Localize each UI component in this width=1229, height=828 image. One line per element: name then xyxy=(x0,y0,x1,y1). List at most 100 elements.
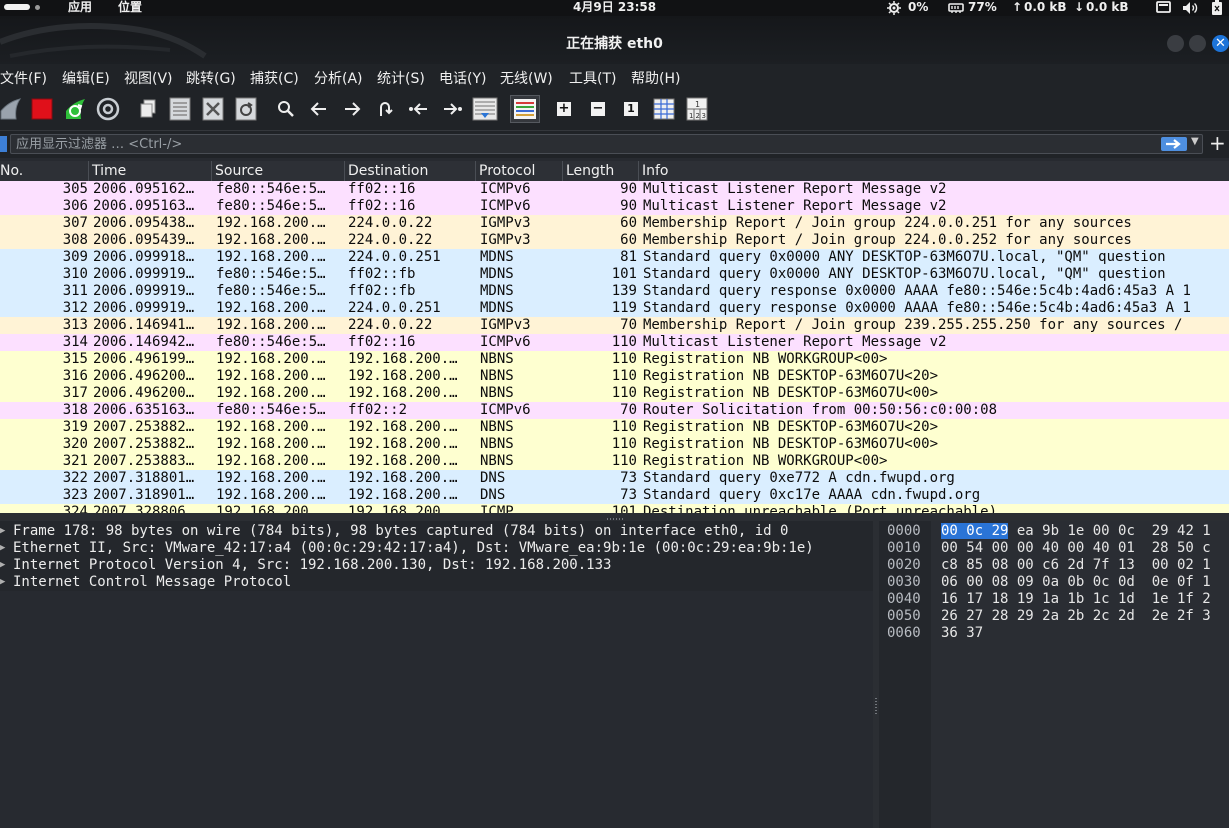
resize-columns-icon[interactable] xyxy=(652,97,676,121)
pane-splitter[interactable] xyxy=(0,513,1229,521)
filter-history-dropdown-icon[interactable]: ▼ xyxy=(1191,136,1199,147)
colorize-icon[interactable] xyxy=(510,95,540,123)
display-icon[interactable] xyxy=(1156,1,1171,14)
column-protocol[interactable]: Protocol xyxy=(479,162,535,181)
shark-fin-icon[interactable] xyxy=(0,97,22,121)
expand-arrow-icon[interactable]: ▶ xyxy=(0,557,5,574)
volume-icon[interactable] xyxy=(1182,1,1198,15)
hex-line[interactable]: 00 54 00 00 40 00 40 01 28 50 c xyxy=(941,540,1211,557)
menu-go[interactable]: 跳转(G) xyxy=(186,68,236,88)
hex-bytes-column[interactable]: 00 0c 29 ea 9b 1e 00 0c 29 42 1 00 54 00… xyxy=(931,521,1229,828)
hex-line[interactable]: 36 37 xyxy=(941,625,983,642)
column-separator[interactable] xyxy=(211,161,212,181)
packet-row[interactable]: 315 2006.496199… 192.168.200.… 192.168.200.… xyxy=(0,351,1229,368)
packet-bytes-pane[interactable]: 0000 0010 0020 0030 0040 0050 0060 00 0c… xyxy=(879,521,1229,828)
expand-arrow-icon[interactable]: ▶ xyxy=(0,523,5,540)
open-file-icon[interactable] xyxy=(138,97,158,121)
packet-row[interactable]: 318 2006.635163… fe80::546e:5… ff02::2 ICMPv… xyxy=(0,402,1229,419)
first-packet-icon[interactable] xyxy=(408,97,430,121)
expand-arrow-icon[interactable]: ▶ xyxy=(0,574,5,591)
column-separator[interactable] xyxy=(562,161,563,181)
last-packet-icon[interactable] xyxy=(441,97,463,121)
close-button[interactable]: ✕ xyxy=(1212,35,1229,52)
expand-arrow-icon[interactable]: ▶ xyxy=(0,540,5,557)
find-packet-icon[interactable] xyxy=(276,97,296,121)
tree-item-ethernet[interactable]: ▶ Ethernet II, Src: VMware_42:17:a4 (00:… xyxy=(0,540,873,557)
menu-help[interactable]: 帮助(H) xyxy=(631,68,680,88)
battery-icon[interactable] xyxy=(1211,0,1223,16)
packet-row[interactable]: 320 2007.253882… 192.168.200.… 192.168.200.… xyxy=(0,436,1229,453)
packet-row[interactable]: 308 2006.095439… 192.168.200.… 224.0.0.22 IG… xyxy=(0,232,1229,249)
close-file-icon[interactable] xyxy=(201,97,225,121)
capture-options-icon[interactable] xyxy=(96,97,120,121)
save-file-icon[interactable] xyxy=(168,97,192,121)
packet-row[interactable]: 305 2006.095162… fe80::546e:5… ff02::16 ICMP… xyxy=(0,181,1229,198)
hex-line[interactable]: 00 0c 29 ea 9b 1e 00 0c 29 42 1 xyxy=(941,523,1211,540)
tree-item-icmp[interactable]: ▶ Internet Control Message Protocol xyxy=(0,574,873,591)
column-length[interactable]: Length xyxy=(566,162,614,181)
go-back-icon[interactable] xyxy=(309,97,329,121)
tree-item-ipv4[interactable]: ▶ Internet Protocol Version 4, Src: 192.… xyxy=(0,557,873,574)
zoom-out-icon[interactable]: − xyxy=(590,97,606,121)
column-separator[interactable] xyxy=(475,161,476,181)
minimize-button[interactable] xyxy=(1167,35,1184,52)
hex-line[interactable]: 06 00 08 09 0a 0b 0c 0d 0e 0f 1 xyxy=(941,574,1211,591)
packet-row[interactable]: 323 2007.318901… 192.168.200.… 192.168.200.… xyxy=(0,487,1229,504)
column-info[interactable]: Info xyxy=(642,162,669,181)
packet-row[interactable]: 317 2006.496200… 192.168.200.… 192.168.200.… xyxy=(0,385,1229,402)
apply-filter-arrow-icon[interactable] xyxy=(1161,137,1187,151)
column-source[interactable]: Source xyxy=(215,162,263,181)
packet-row[interactable]: 322 2007.318801… 192.168.200.… 192.168.200.… xyxy=(0,470,1229,487)
packet-row[interactable]: 311 2006.099919… fe80::546e:5… ff02::fb MDNS… xyxy=(0,283,1229,300)
autoscroll-icon[interactable] xyxy=(472,97,498,121)
restart-capture-icon[interactable] xyxy=(64,97,88,121)
tree-item-frame[interactable]: ▶ Frame 178: 98 bytes on wire (784 bits)… xyxy=(0,523,873,540)
hex-selected-bytes[interactable]: 00 0c 29 xyxy=(941,523,1009,539)
maximize-button[interactable] xyxy=(1189,35,1206,52)
menu-tools[interactable]: 工具(T) xyxy=(569,68,616,88)
clock[interactable]: 4月9日 23:58 xyxy=(573,0,656,15)
packet-row[interactable]: 321 2007.253883… 192.168.200.… 192.168.200.… xyxy=(0,453,1229,470)
column-layout-icon[interactable]: 1123 xyxy=(685,97,709,121)
packet-list[interactable]: No. Time Source Destination Protocol Len… xyxy=(0,161,1229,513)
activities-indicator-icon[interactable] xyxy=(4,4,30,10)
column-separator[interactable] xyxy=(638,161,639,181)
menu-statistics[interactable]: 统计(S) xyxy=(377,68,425,88)
menu-analyze[interactable]: 分析(A) xyxy=(314,68,363,88)
display-filter-input[interactable]: 应用显示过滤器 … <Ctrl-/> xyxy=(10,134,1203,154)
packet-row[interactable]: 310 2006.099919… fe80::546e:5… ff02::fb MDNS… xyxy=(0,266,1229,283)
menu-file[interactable]: 文件(F) xyxy=(0,68,47,88)
reload-file-icon[interactable] xyxy=(234,97,258,121)
packet-row[interactable]: 312 2006.099919… 192.168.200.… 224.0.0.251 M… xyxy=(0,300,1229,317)
places-menu[interactable]: 位置 xyxy=(118,0,142,15)
go-to-packet-icon[interactable] xyxy=(375,97,395,121)
packet-row[interactable]: 314 2006.146942… fe80::546e:5… ff02::16 ICMP… xyxy=(0,334,1229,351)
menu-edit[interactable]: 编辑(E) xyxy=(62,68,110,88)
menu-view[interactable]: 视图(V) xyxy=(124,68,173,88)
hex-line[interactable]: c8 85 08 00 c6 2d 7f 13 00 02 1 xyxy=(941,557,1211,574)
stop-capture-icon[interactable] xyxy=(31,97,53,121)
menu-capture[interactable]: 捕获(C) xyxy=(250,68,299,88)
go-forward-icon[interactable] xyxy=(342,97,362,121)
column-time[interactable]: Time xyxy=(92,162,126,181)
packet-row[interactable]: 306 2006.095163… fe80::546e:5… ff02::16 ICMP… xyxy=(0,198,1229,215)
packet-details-tree[interactable]: ▶ Frame 178: 98 bytes on wire (784 bits)… xyxy=(0,521,873,828)
apps-menu[interactable]: 应用 xyxy=(68,0,92,15)
menu-telephony[interactable]: 电话(Y) xyxy=(439,68,486,88)
add-filter-button[interactable]: + xyxy=(1209,132,1226,154)
bookmark-icon[interactable] xyxy=(0,136,7,152)
packet-row[interactable]: 307 2006.095438… 192.168.200.… 224.0.0.22 IG… xyxy=(0,215,1229,232)
normal-size-icon[interactable]: 1 xyxy=(623,97,639,121)
hex-line[interactable]: 26 27 28 29 2a 2b 2c 2d 2e 2f 3 xyxy=(941,608,1211,625)
column-separator[interactable] xyxy=(88,161,89,181)
column-separator[interactable] xyxy=(344,161,345,181)
hex-bytes[interactable]: ea 9b 1e 00 0c 29 42 1 xyxy=(1008,523,1211,539)
column-destination[interactable]: Destination xyxy=(348,162,428,181)
menu-wireless[interactable]: 无线(W) xyxy=(500,68,553,88)
packet-row[interactable]: 319 2007.253882… 192.168.200.… 192.168.200.… xyxy=(0,419,1229,436)
packet-row[interactable]: 324 2007.328806… 192.168.200.… 192.168.200.… xyxy=(0,504,1229,513)
packet-row[interactable]: 309 2006.099918… 192.168.200.… 224.0.0.251 M… xyxy=(0,249,1229,266)
packet-row[interactable]: 316 2006.496200… 192.168.200.… 192.168.200.… xyxy=(0,368,1229,385)
hex-line[interactable]: 16 17 18 19 1a 1b 1c 1d 1e 1f 2 xyxy=(941,591,1211,608)
packet-row[interactable]: 313 2006.146941… 192.168.200.… 224.0.0.22 IG… xyxy=(0,317,1229,334)
